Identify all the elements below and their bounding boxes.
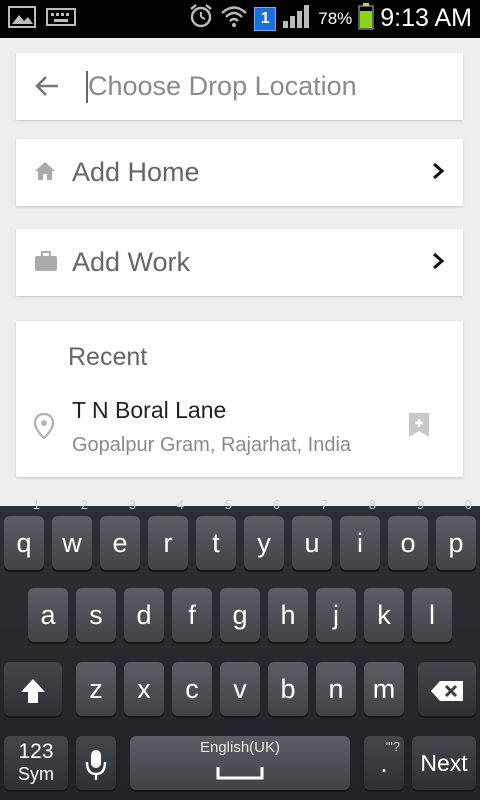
key-t[interactable]: 5t bbox=[196, 498, 236, 570]
key-d[interactable]: d bbox=[124, 588, 164, 642]
key-j[interactable]: j bbox=[316, 588, 356, 642]
key-w[interactable]: 2w bbox=[52, 498, 92, 570]
key-f[interactable]: f bbox=[172, 588, 212, 642]
gallery-icon bbox=[8, 6, 36, 33]
key-a[interactable]: a bbox=[28, 588, 68, 642]
key-p[interactable]: 0p bbox=[436, 498, 476, 570]
drop-location-search-bar[interactable]: Choose Drop Location bbox=[16, 53, 463, 120]
key-c[interactable]: c bbox=[172, 662, 212, 716]
drop-location-input[interactable]: Choose Drop Location bbox=[88, 71, 357, 102]
home-icon bbox=[34, 160, 56, 187]
battery-icon bbox=[358, 2, 374, 35]
key-i[interactable]: 8i bbox=[340, 498, 380, 570]
signal-icon bbox=[282, 3, 312, 34]
key-o[interactable]: 9o bbox=[388, 498, 428, 570]
key-e[interactable]: 3e bbox=[100, 498, 140, 570]
backspace-key[interactable] bbox=[418, 662, 476, 716]
add-work-item[interactable]: Add Work bbox=[16, 229, 463, 296]
key-u[interactable]: 7u bbox=[292, 498, 332, 570]
key-l[interactable]: l bbox=[412, 588, 452, 642]
add-work-label: Add Work bbox=[72, 247, 191, 277]
shift-arrow-icon bbox=[21, 678, 45, 703]
key-k[interactable]: k bbox=[364, 588, 404, 642]
add-home-label: Add Home bbox=[72, 157, 200, 187]
recent-place-address[interactable]: Gopalpur Gram, Rajarhat, India bbox=[72, 434, 351, 457]
add-home-item[interactable]: Add Home bbox=[16, 139, 463, 206]
key-n[interactable]: n bbox=[316, 662, 356, 716]
chevron-right-icon bbox=[431, 251, 445, 276]
space-bar-icon bbox=[216, 767, 264, 780]
space-key[interactable]: English(UK) bbox=[130, 736, 350, 790]
shift-key[interactable] bbox=[4, 662, 62, 716]
key-z[interactable]: z bbox=[76, 662, 116, 716]
soft-keyboard: 1q 2w 3e 4r 5t 6y 7u 8i 9o 0p a s d f g … bbox=[0, 498, 480, 800]
key-r[interactable]: 4r bbox=[148, 498, 188, 570]
briefcase-icon bbox=[34, 250, 58, 277]
voice-input-key[interactable] bbox=[76, 736, 116, 790]
status-bar: 1 78% 9:13 AM bbox=[0, 0, 480, 38]
keyboard-icon bbox=[46, 8, 76, 31]
next-key[interactable]: Next bbox=[412, 736, 476, 790]
recent-heading: Recent bbox=[68, 343, 148, 371]
key-v[interactable]: v bbox=[220, 662, 260, 716]
key-g[interactable]: g bbox=[220, 588, 260, 642]
key-h[interactable]: h bbox=[268, 588, 308, 642]
battery-percent: 78% bbox=[318, 8, 353, 28]
recent-section: Recent T N Boral Lane Gopalpur Gram, Raj… bbox=[16, 321, 463, 477]
key-b[interactable]: b bbox=[268, 662, 308, 716]
location-pin-icon bbox=[33, 412, 55, 444]
clock: 9:13 AM bbox=[380, 4, 472, 32]
key-s[interactable]: s bbox=[76, 588, 116, 642]
key-y[interactable]: 6y bbox=[244, 498, 284, 570]
back-arrow-icon[interactable] bbox=[34, 73, 60, 104]
bookmark-add-icon[interactable] bbox=[408, 412, 430, 443]
chevron-right-icon bbox=[431, 161, 445, 186]
notification-badge: 1 bbox=[254, 6, 277, 31]
key-m[interactable]: m bbox=[364, 662, 404, 716]
key-q[interactable]: 1q bbox=[4, 498, 44, 570]
microphone-icon bbox=[85, 749, 107, 780]
period-key[interactable]: '"? . bbox=[364, 736, 404, 790]
symbols-key[interactable]: 123 Sym bbox=[4, 736, 68, 790]
key-x[interactable]: x bbox=[124, 662, 164, 716]
alarm-icon bbox=[188, 3, 214, 34]
backspace-icon bbox=[431, 680, 463, 701]
recent-place-name[interactable]: T N Boral Lane bbox=[72, 397, 226, 424]
wifi-icon bbox=[220, 4, 248, 33]
